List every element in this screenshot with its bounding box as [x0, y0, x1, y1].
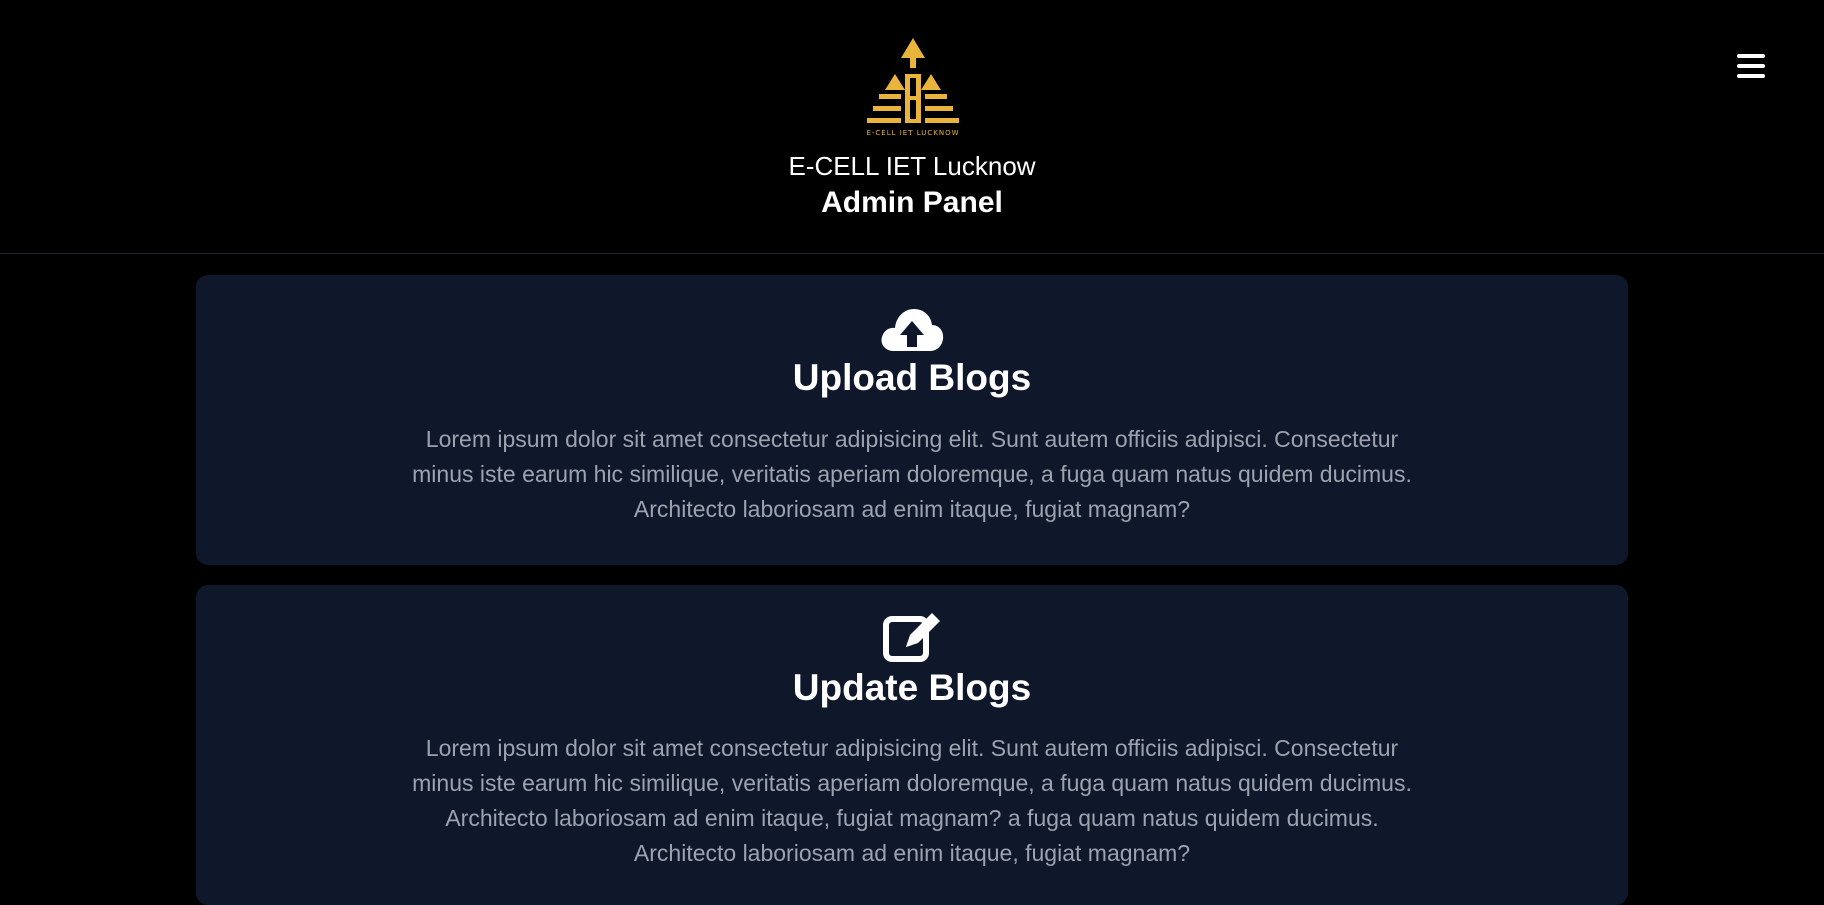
update-blogs-card[interactable]: Update Blogs Lorem ipsum dolor sit amet … [196, 585, 1628, 905]
card-title: Upload Blogs [792, 357, 1032, 398]
organization-name: E-CELL IET Lucknow [788, 151, 1036, 181]
card-title: Update Blogs [792, 667, 1032, 708]
page-title: Admin Panel [821, 186, 1003, 219]
site-header: E-CELL IET LUCKNOW E-CELL IET Lucknow Ad… [0, 0, 1824, 254]
upload-blogs-card[interactable]: Upload Blogs Lorem ipsum dolor sit amet … [196, 275, 1628, 565]
logo-caption: E-CELL IET LUCKNOW [866, 129, 959, 137]
hamburger-menu-icon[interactable] [1737, 54, 1767, 82]
ecell-logo[interactable]: E-CELL IET LUCKNOW [855, 34, 971, 138]
card-description: Lorem ipsum dolor sit amet consectetur a… [412, 735, 1412, 866]
edit-square-icon [883, 613, 940, 662]
card-description: Lorem ipsum dolor sit amet consectetur a… [412, 426, 1412, 522]
cloud-upload-icon [881, 309, 944, 351]
